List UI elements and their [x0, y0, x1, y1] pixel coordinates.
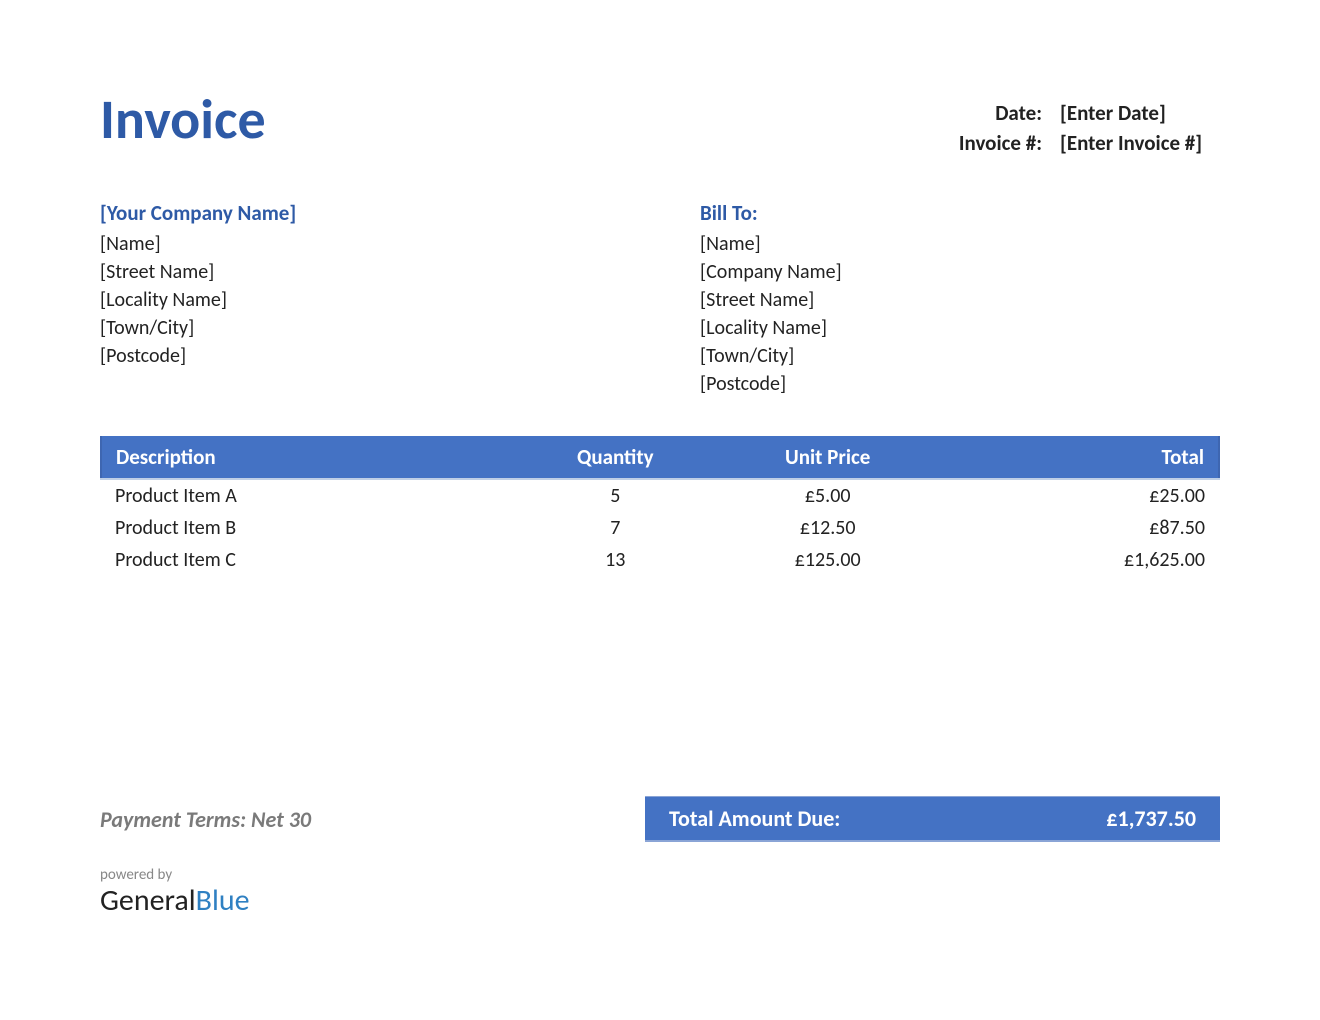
table-header-row: Description Quantity Unit Price Total	[101, 436, 1219, 479]
from-line: [Name]	[100, 232, 700, 256]
cell-total: £25.00	[951, 479, 1219, 512]
bill-to-address: Bill To: [Name] [Company Name] [Street N…	[700, 200, 1220, 400]
bill-to-line: [Postcode]	[700, 372, 1220, 396]
logo-name-blue: Blue	[196, 882, 250, 919]
meta-date-value: [Enter Date]	[1060, 100, 1220, 126]
cell-description: Product Item A	[101, 479, 526, 512]
header-total: Total	[951, 436, 1219, 479]
bill-to-line: [Company Name]	[700, 260, 1220, 284]
cell-unit-price: £12.50	[705, 512, 951, 544]
bill-to-line: [Locality Name]	[700, 316, 1220, 340]
from-line: [Locality Name]	[100, 288, 700, 312]
bill-to-heading: Bill To:	[700, 200, 1220, 226]
table-row: Product Item C 13 £125.00 £1,625.00	[101, 544, 1219, 576]
cell-total: £87.50	[951, 512, 1219, 544]
meta-invoice-no-value: [Enter Invoice #]	[1060, 130, 1220, 156]
table-row: Product Item A 5 £5.00 £25.00	[101, 479, 1219, 512]
header-description: Description	[101, 436, 526, 479]
header-row: Invoice Date: [Enter Date] Invoice #: [E…	[100, 90, 1220, 160]
logo-name-general: General	[100, 882, 196, 919]
meta-date-row: Date: [Enter Date]	[922, 100, 1220, 126]
logo: powered by GeneralBlue	[100, 866, 1220, 916]
bill-to-line: [Name]	[700, 232, 1220, 256]
cell-quantity: 13	[526, 544, 705, 576]
footer-row: Payment Terms: Net 30 Total Amount Due: …	[100, 796, 1220, 842]
cell-description: Product Item B	[101, 512, 526, 544]
from-line: [Street Name]	[100, 260, 700, 284]
page-title: Invoice	[100, 90, 266, 152]
total-amount-due: Total Amount Due: £1,737.50	[645, 796, 1220, 842]
line-items-table: Description Quantity Unit Price Total Pr…	[100, 436, 1220, 576]
addresses: [Your Company Name] [Name] [Street Name]…	[100, 200, 1220, 400]
cell-unit-price: £5.00	[705, 479, 951, 512]
meta-invoice-no-label: Invoice #:	[922, 130, 1042, 156]
header-unit-price: Unit Price	[705, 436, 951, 479]
meta-invoice-no-row: Invoice #: [Enter Invoice #]	[922, 130, 1220, 156]
from-line: [Postcode]	[100, 344, 700, 368]
from-heading: [Your Company Name]	[100, 200, 700, 226]
cell-quantity: 7	[526, 512, 705, 544]
cell-unit-price: £125.00	[705, 544, 951, 576]
payment-terms: Payment Terms: Net 30	[100, 806, 645, 833]
total-due-value: £1,737.50	[1106, 805, 1196, 832]
cell-quantity: 5	[526, 479, 705, 512]
cell-total: £1,625.00	[951, 544, 1219, 576]
header-quantity: Quantity	[526, 436, 705, 479]
from-address: [Your Company Name] [Name] [Street Name]…	[100, 200, 700, 400]
logo-name: GeneralBlue	[100, 886, 1220, 916]
bill-to-line: [Town/City]	[700, 344, 1220, 368]
meta-date-label: Date:	[922, 100, 1042, 126]
invoice-meta: Date: [Enter Date] Invoice #: [Enter Inv…	[922, 100, 1220, 160]
bill-to-line: [Street Name]	[700, 288, 1220, 312]
total-due-label: Total Amount Due:	[669, 805, 840, 832]
powered-by-text: powered by	[100, 866, 1220, 884]
cell-description: Product Item C	[101, 544, 526, 576]
invoice-document: Invoice Date: [Enter Date] Invoice #: [E…	[0, 0, 1320, 976]
table-row: Product Item B 7 £12.50 £87.50	[101, 512, 1219, 544]
from-line: [Town/City]	[100, 316, 700, 340]
